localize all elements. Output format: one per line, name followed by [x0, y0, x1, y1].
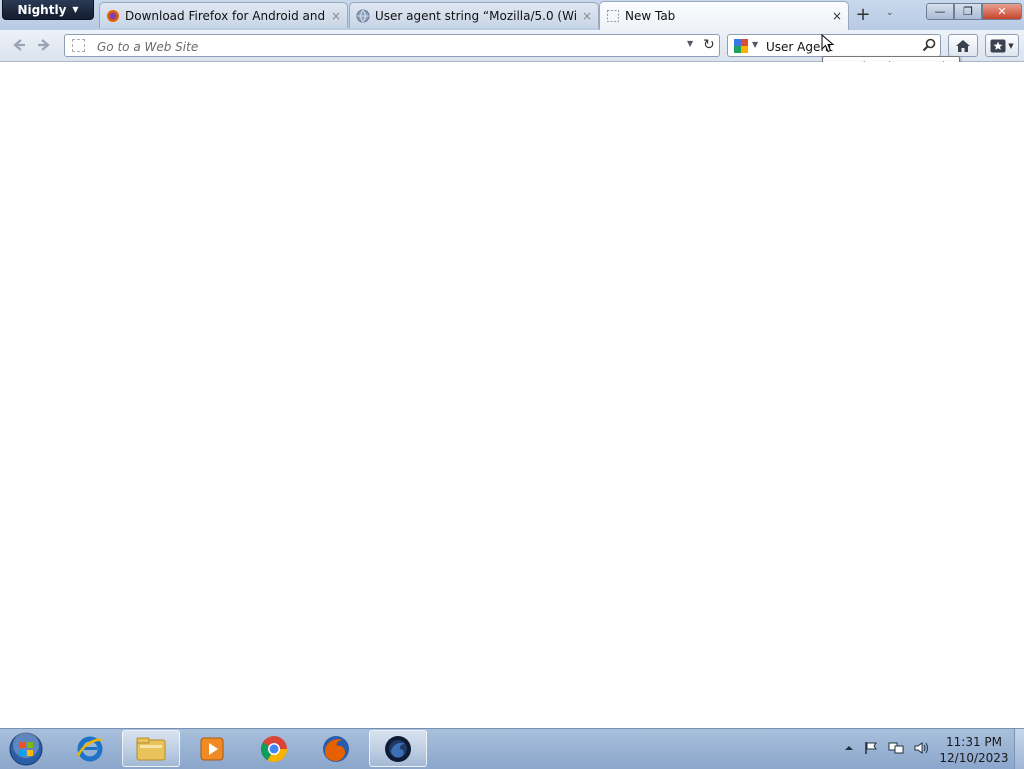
- home-icon: [956, 39, 970, 52]
- bookmarks-button[interactable]: ▼: [985, 34, 1019, 57]
- tab-user-agent-string[interactable]: User agent string “Mozilla/5.0 (Windo...…: [349, 2, 599, 28]
- search-engine-dropdown-icon[interactable]: ▼: [752, 40, 758, 49]
- search-go-button[interactable]: [922, 38, 936, 55]
- media-player-icon: [200, 737, 224, 760]
- tab-new-tab[interactable]: New Tab ×: [599, 1, 849, 30]
- mouse-cursor-icon: [821, 34, 835, 53]
- search-input[interactable]: [764, 37, 918, 56]
- clock-date: 12/10/2023: [939, 751, 1009, 765]
- tab-close-button[interactable]: ×: [832, 9, 842, 23]
- taskbar-chrome[interactable]: [245, 730, 303, 767]
- taskbar-firefox[interactable]: [307, 730, 365, 767]
- back-arrow-icon: [13, 39, 25, 51]
- magnifier-icon: [922, 38, 936, 52]
- clock-time: 11:31 PM: [946, 735, 1002, 749]
- close-window-button[interactable]: ✕: [982, 3, 1022, 20]
- network-icon[interactable]: [888, 741, 904, 755]
- back-button[interactable]: [10, 36, 28, 54]
- google-icon[interactable]: [733, 38, 749, 54]
- taskbar-clock[interactable]: 11:31 PM 12/10/2023: [936, 734, 1012, 766]
- chevron-down-icon: ▼: [72, 5, 79, 14]
- chevron-down-icon: ▼: [1008, 41, 1014, 50]
- taskbar-firefox-nightly[interactable]: [369, 730, 427, 767]
- tab-close-button[interactable]: ×: [582, 9, 592, 23]
- forward-arrow-icon: [38, 39, 50, 51]
- taskbar-media-player[interactable]: [183, 730, 241, 767]
- tab-close-button[interactable]: ×: [331, 9, 341, 23]
- site-identity-icon[interactable]: [72, 39, 85, 52]
- file-explorer-icon: [136, 737, 166, 760]
- app-menu-label: Nightly: [17, 2, 67, 17]
- start-button[interactable]: [6, 731, 46, 767]
- windows-taskbar: 11:31 PM 12/10/2023: [0, 728, 1024, 769]
- list-all-tabs-button[interactable]: ⌄: [886, 8, 894, 18]
- show-hidden-icons-icon[interactable]: [844, 743, 854, 753]
- tab-label: User agent string “Mozilla/5.0 (Windo...: [375, 8, 577, 23]
- show-desktop-button[interactable]: [1014, 729, 1024, 769]
- reload-button[interactable]: ↻: [703, 37, 715, 53]
- internet-explorer-icon: [76, 736, 103, 761]
- globe-favicon-icon: [356, 9, 370, 23]
- volume-icon[interactable]: [914, 741, 930, 755]
- address-bar[interactable]: ▼ ↻: [64, 34, 720, 57]
- minimize-button[interactable]: —: [926, 3, 954, 20]
- firefox-icon: [323, 735, 349, 762]
- bookmark-star-icon: [990, 39, 1006, 52]
- app-menu-button[interactable]: Nightly ▼: [2, 0, 94, 20]
- action-center-flag-icon[interactable]: [864, 741, 878, 755]
- maximize-button[interactable]: ❐: [954, 3, 982, 20]
- url-history-dropdown-icon[interactable]: ▼: [687, 39, 693, 48]
- firefox-nightly-icon: [385, 735, 411, 762]
- home-button[interactable]: [948, 34, 978, 57]
- tab-download-firefox[interactable]: Download Firefox for Android and iOS ×: [99, 2, 348, 28]
- taskbar-file-explorer[interactable]: [122, 730, 180, 767]
- tab-strip: Nightly ▼ Download Firefox for Android a…: [0, 0, 1024, 30]
- blank-page-favicon-icon: [606, 9, 620, 23]
- url-input[interactable]: [95, 37, 679, 56]
- taskbar-internet-explorer[interactable]: [61, 730, 119, 767]
- new-tab-button[interactable]: +: [850, 3, 876, 25]
- tab-label: New Tab: [625, 9, 676, 23]
- page-content-area[interactable]: [0, 62, 1024, 728]
- system-tray: [844, 741, 930, 755]
- windows-start-orb-icon: [9, 732, 43, 766]
- tab-label: Download Firefox for Android and iOS: [125, 8, 326, 23]
- firefox-favicon-icon: [106, 9, 120, 23]
- chrome-icon: [260, 735, 288, 762]
- forward-button[interactable]: [35, 36, 53, 54]
